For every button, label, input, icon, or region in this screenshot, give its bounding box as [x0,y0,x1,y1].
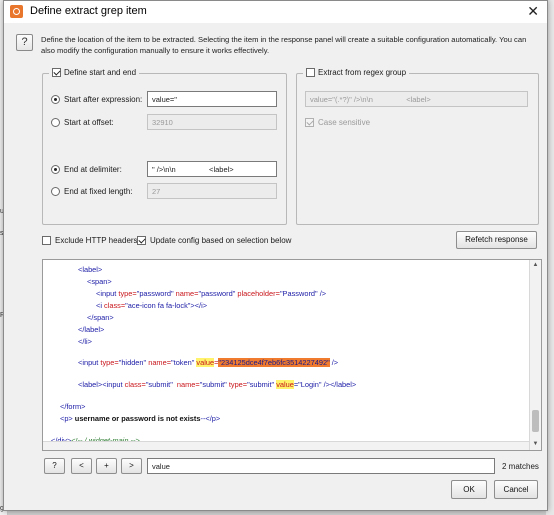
start-end-legend[interactable]: Define start and end [49,68,140,77]
start-after-option[interactable]: Start after expression: [51,95,142,104]
search-match-highlight: value [276,380,294,389]
search-add-button[interactable]: + [96,458,117,474]
search-help-button[interactable]: ? [44,458,65,474]
search-match-highlight: value [196,358,215,367]
help-icon[interactable]: ? [16,34,33,51]
start-end-group: Define start and end Start after express… [42,68,287,225]
update-config-label: Update config based on selection below [150,236,292,245]
exclude-headers-checkbox[interactable] [42,236,51,245]
start-offset-radio[interactable] [51,118,60,127]
start-after-input[interactable]: value=" [147,91,277,107]
case-sensitive-option[interactable]: Case sensitive [305,118,370,127]
search-input[interactable]: value [147,458,495,474]
dialog-title: Define extract grep item [30,5,147,17]
scroll-thumb[interactable] [532,410,539,432]
end-delimiter-label: End at delimiter: [64,165,122,174]
end-delimiter-input[interactable]: " />\n\n <label> [147,161,277,177]
code-line: <label> [78,265,103,274]
code-line: <i class="ace-icon fa fa-lock"></i> [96,301,208,310]
regex-group: Extract from regex group value="(.*?)" /… [296,68,539,225]
regex-legend-label: Extract from regex group [318,68,407,77]
code-line: </label> [78,325,105,334]
dialog-description: Define the location of the item to be ex… [41,35,527,55]
scroll-up-icon[interactable]: ▲ [530,260,541,271]
define-start-end-checkbox[interactable] [52,68,61,77]
regex-legend[interactable]: Extract from regex group [303,68,410,77]
start-after-label: Start after expression: [64,95,143,104]
search-previous-button[interactable]: < [71,458,92,474]
start-end-legend-label: Define start and end [64,68,137,77]
exclude-headers-option[interactable]: Exclude HTTP headers [42,236,138,245]
update-config-option[interactable]: Update config based on selection below [137,236,291,245]
code-line: </span> [87,313,114,322]
start-after-radio[interactable] [51,95,60,104]
end-fixed-label: End at fixed length: [64,187,133,196]
code-line: <p> username or password is not exists--… [60,414,221,423]
regex-expression-input[interactable]: value="(.*?)" />\n\n <label> [305,91,528,107]
exclude-headers-label: Exclude HTTP headers [55,236,138,245]
code-line: <span> [87,277,112,286]
extract-grep-dialog: Define extract grep item ✕ ? Define the … [3,0,548,511]
start-offset-input[interactable]: 32910 [147,114,277,130]
code-line: <label><input class="submit" name="submi… [78,380,357,389]
refetch-response-button[interactable]: Refetch response [456,231,537,249]
regex-group-checkbox[interactable] [306,68,315,77]
case-sensitive-label: Case sensitive [318,118,371,127]
response-panel[interactable]: <label> <span> <input type="password" na… [42,259,542,451]
extracted-token-highlight: "234125dce4f7eb6fc3514227492" [218,358,330,367]
horizontal-scrollbar[interactable] [43,441,529,450]
vertical-scrollbar[interactable]: ▲ ▼ [529,260,541,450]
match-count: 2 matches [502,462,539,471]
update-config-checkbox[interactable] [137,236,146,245]
search-next-button[interactable]: > [121,458,142,474]
code-line: <input type="password" name="password" p… [96,289,327,298]
end-fixed-radio[interactable] [51,187,60,196]
start-offset-label: Start at offset: [64,118,114,127]
close-icon[interactable]: ✕ [527,3,539,20]
end-delimiter-option[interactable]: End at delimiter: [51,165,122,174]
start-offset-option[interactable]: Start at offset: [51,118,114,127]
end-fixed-input[interactable]: 27 [147,183,277,199]
title-bar: Define extract grep item ✕ [4,1,547,23]
scroll-down-icon[interactable]: ▼ [530,439,541,450]
end-fixed-option[interactable]: End at fixed length: [51,187,133,196]
cancel-button[interactable]: Cancel [494,480,538,499]
code-line-token: <input type="hidden" name="token" value=… [78,358,339,367]
end-delimiter-radio[interactable] [51,165,60,174]
code-line: </form> [60,402,86,411]
code-line: </li> [78,337,92,346]
ok-button[interactable]: OK [451,480,487,499]
burp-app-icon [10,5,23,18]
case-sensitive-checkbox[interactable] [305,118,314,127]
